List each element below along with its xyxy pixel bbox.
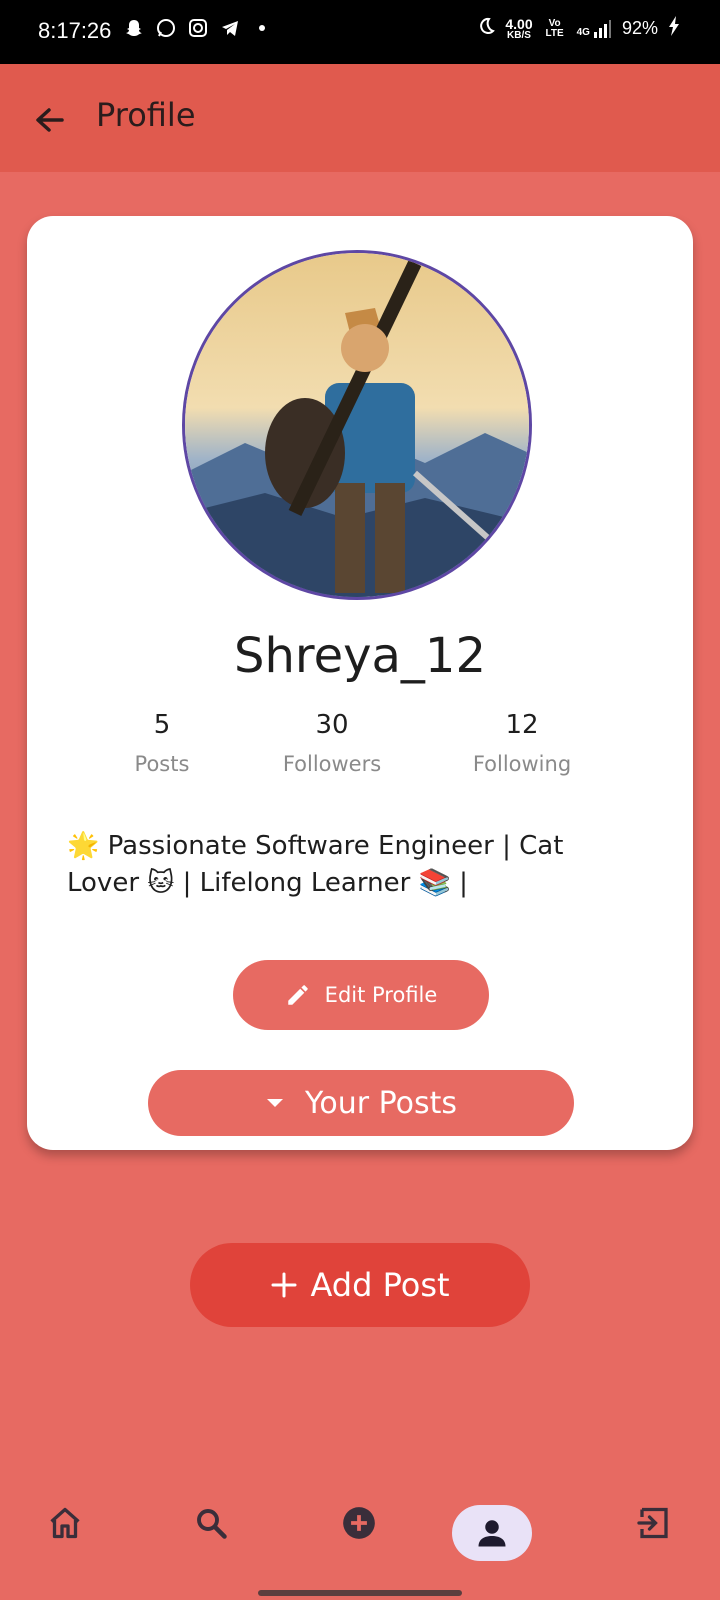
signal-icon: 4G [576, 19, 612, 38]
pencil-icon [287, 985, 308, 1005]
logout-icon [637, 1507, 668, 1539]
bottom-navigation [0, 1488, 720, 1568]
dot-icon [252, 18, 272, 38]
speed-value: 4.00 [505, 15, 533, 32]
arrow-back-icon [36, 108, 64, 132]
network-speed: 4.00 KB/S [505, 17, 532, 41]
snapchat-icon [124, 18, 144, 38]
add-circle-icon [343, 1507, 375, 1539]
avatar-image [185, 253, 529, 597]
status-time: 8:17:26 [38, 18, 112, 43]
speed-unit: KB/S [507, 29, 531, 41]
plus-icon [271, 1272, 297, 1298]
stat-label: Posts [134, 752, 190, 776]
stat-value: 12 [505, 710, 539, 740]
stat-label: Followers [282, 752, 382, 776]
home-icon [50, 1507, 80, 1539]
system-icons: 4.00 KB/S Vo LTE 4G 92% [477, 16, 680, 41]
nav-active-indicator [452, 1505, 532, 1561]
profile-username: Shreya_12 [234, 628, 486, 684]
add-post-label: Add Post [310, 1266, 450, 1304]
nav-search[interactable] [171, 1488, 251, 1558]
stat-value: 5 [153, 710, 171, 740]
your-posts-label: Your Posts [305, 1085, 457, 1121]
profile-card: Shreya_12 5 Posts 30 Followers 12 Follow… [27, 216, 693, 1150]
app-bar: Profile [0, 64, 720, 172]
instagram-icon [188, 18, 208, 38]
profile-bio: 🌟 Passionate Software Engineer | Cat Lov… [67, 831, 564, 898]
stat-label: Following [472, 752, 572, 776]
charging-icon [668, 16, 680, 41]
dropdown-arrow-icon [267, 1099, 283, 1107]
nav-logout[interactable] [614, 1488, 694, 1558]
avatar[interactable] [182, 250, 532, 600]
nav-add[interactable] [319, 1488, 399, 1558]
moon-icon [477, 17, 496, 40]
page-title: Profile [96, 96, 196, 134]
gesture-bar[interactable] [258, 1590, 462, 1596]
stat-value: 30 [315, 710, 349, 740]
stat-posts[interactable]: 5 Posts [82, 710, 242, 776]
nav-profile[interactable] [452, 1498, 532, 1568]
edit-profile-label: Edit Profile [324, 983, 438, 1007]
add-post-button[interactable]: Add Post [190, 1243, 530, 1327]
person-icon [478, 1520, 506, 1547]
search-icon [197, 1509, 227, 1539]
your-posts-button[interactable]: Your Posts [148, 1070, 574, 1136]
status-bar: 8:17:26 4.00 KB/S Vo LTE 4G 92% [0, 0, 720, 64]
battery-level: 92% [621, 18, 658, 38]
stat-following[interactable]: 12 Following [442, 710, 602, 776]
whatsapp-icon [156, 18, 176, 38]
network-type: 4G [576, 26, 590, 38]
telegram-icon [220, 18, 240, 38]
volte-indicator: Vo LTE [545, 17, 564, 39]
back-button[interactable] [30, 100, 70, 140]
stat-followers[interactable]: 30 Followers [252, 710, 412, 776]
nav-home[interactable] [25, 1488, 105, 1558]
edit-profile-button[interactable]: Edit Profile [233, 960, 489, 1030]
notification-icons [124, 18, 272, 38]
